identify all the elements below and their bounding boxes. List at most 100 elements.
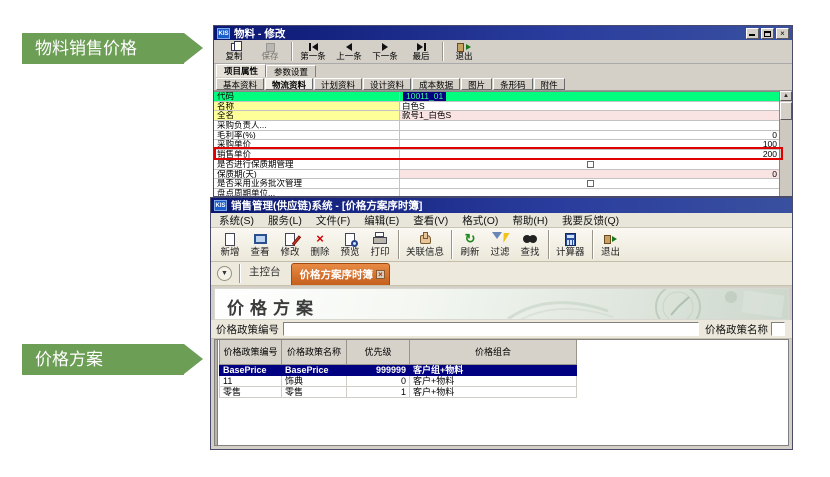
- shelf-life-managed-label: 是否进行保质期管理: [214, 160, 400, 169]
- calculator-icon: [562, 231, 578, 247]
- refresh-button[interactable]: ↻ 刷新: [455, 230, 485, 260]
- related-info-button[interactable]: 关联信息: [402, 230, 448, 260]
- gross-margin-label: 毛利率(%): [214, 131, 400, 140]
- menu-format[interactable]: 格式(O): [462, 213, 498, 228]
- shelf-life-days-label: 保质期(天): [214, 170, 400, 179]
- save-button[interactable]: 保存: [252, 41, 288, 63]
- form-scrollbar[interactable]: ▲: [779, 91, 792, 197]
- menu-edit[interactable]: 编辑(E): [364, 213, 399, 228]
- form-row-gross-margin: 毛利率(%) 0: [214, 131, 781, 141]
- policy-name-label: 价格政策名称: [705, 322, 768, 337]
- view-button[interactable]: 查看: [245, 230, 275, 260]
- menu-help[interactable]: 帮助(H): [512, 213, 548, 228]
- table-row-retail[interactable]: 零售 零售 1 客户+物料: [220, 386, 577, 397]
- shelf-life-days-value[interactable]: 0: [400, 170, 781, 179]
- toolbar-separator: [398, 230, 399, 259]
- tab-dropdown-button[interactable]: ▼: [217, 266, 232, 281]
- tab-cost-data[interactable]: 成本数据: [412, 78, 460, 90]
- tab-picture[interactable]: 图片: [461, 78, 492, 90]
- tab-planning-info[interactable]: 计划资料: [314, 78, 362, 90]
- scroll-up-icon[interactable]: ▲: [780, 91, 792, 101]
- menu-service[interactable]: 服务(L): [268, 213, 302, 228]
- purchase-manager-label: 采购负责人...: [214, 121, 400, 130]
- purchase-manager-value[interactable]: [400, 121, 781, 130]
- banner-title: 价格方案: [227, 294, 319, 319]
- material-titlebar: KIS 物料 - 修改 ×: [214, 26, 792, 40]
- toolbar-separator: [451, 230, 452, 259]
- delete-button[interactable]: × 删除: [305, 230, 335, 260]
- purchase-price-value[interactable]: 100: [400, 140, 781, 149]
- exit-button[interactable]: 退出: [596, 230, 626, 260]
- col-header-policy-no[interactable]: 价格政策编号: [220, 340, 282, 364]
- fullname-value[interactable]: 款号1_白色S: [400, 111, 781, 120]
- exit-icon: [603, 231, 619, 247]
- print-button[interactable]: 打印: [365, 230, 395, 260]
- find-button[interactable]: 查找: [515, 230, 545, 260]
- menu-file[interactable]: 文件(F): [316, 213, 350, 228]
- gross-margin-value[interactable]: 0: [400, 131, 781, 140]
- filter-button[interactable]: 过滤: [485, 230, 515, 260]
- code-value-cell[interactable]: 10011_01: [400, 92, 781, 101]
- menu-view[interactable]: 查看(V): [413, 213, 448, 228]
- kis-logo-icon: KIS: [217, 28, 230, 39]
- code-value[interactable]: 10011_01: [403, 92, 446, 101]
- minimize-button[interactable]: [746, 28, 759, 39]
- sales-price-value[interactable]: 200: [400, 150, 781, 159]
- next-record-button[interactable]: 下一条: [367, 41, 403, 63]
- calculator-button[interactable]: 计算器: [552, 230, 589, 260]
- tab-label: 价格方案序时簿: [300, 267, 374, 282]
- policy-name-input[interactable]: [771, 322, 785, 336]
- tab-main-console[interactable]: 主控台: [243, 264, 291, 285]
- refresh-icon: ↻: [462, 231, 478, 247]
- table-row-baseprice[interactable]: BasePrice BasePrice 999999 客户组+物料: [220, 364, 577, 375]
- previous-record-button[interactable]: 上一条: [331, 41, 367, 63]
- count-cycle-unit-value[interactable]: [400, 189, 781, 197]
- new-button[interactable]: 新增: [215, 230, 245, 260]
- preview-button[interactable]: 预览: [335, 230, 365, 260]
- col-header-priority[interactable]: 优先级: [347, 340, 410, 364]
- col-header-policy-name[interactable]: 价格政策名称: [282, 340, 347, 364]
- name-label: 名称: [214, 102, 400, 111]
- tab-barcode[interactable]: 条形码: [493, 78, 533, 90]
- last-record-button[interactable]: 最后: [403, 41, 439, 63]
- callout-label: 价格方案: [35, 344, 103, 375]
- table-row-11[interactable]: 11 饰典 0 客户+物料: [220, 375, 577, 386]
- scrollbar-thumb[interactable]: [780, 102, 792, 120]
- callout-arrow-tip: [184, 344, 203, 374]
- menu-system[interactable]: 系统(S): [219, 213, 254, 228]
- policy-no-input[interactable]: [283, 322, 699, 336]
- tab-parameter-settings[interactable]: 参数设置: [266, 65, 316, 77]
- menu-feedback[interactable]: 我要反馈(Q): [562, 213, 619, 228]
- tab-close-icon[interactable]: ×: [376, 270, 385, 279]
- chevron-down-icon: ▼: [221, 270, 228, 277]
- tab-attachment[interactable]: 附件: [534, 78, 565, 90]
- tab-basic-info[interactable]: 基本资料: [216, 78, 264, 90]
- cell-policy-name: BasePrice: [282, 364, 347, 375]
- first-record-button[interactable]: 第一条: [295, 41, 331, 63]
- tabstrip-separator: [239, 264, 240, 283]
- toolbar-separator: [442, 42, 443, 61]
- batch-managed-checkbox[interactable]: [587, 180, 594, 187]
- shelf-life-managed-checkbox[interactable]: [587, 161, 594, 168]
- modify-button[interactable]: 修改: [275, 230, 305, 260]
- maximize-button[interactable]: [761, 28, 774, 39]
- name-value[interactable]: 白色S: [400, 102, 781, 111]
- tab-design-info[interactable]: 设计资料: [363, 78, 411, 90]
- maximize-icon: [764, 31, 771, 37]
- form-row-name: 名称 白色S: [214, 102, 781, 112]
- exit-button[interactable]: 退出: [446, 41, 482, 63]
- row-indicator-gutter: [215, 340, 218, 445]
- tab-price-plan-journal[interactable]: 价格方案序时簿 ×: [291, 263, 391, 285]
- toolbar-separator: [291, 42, 292, 61]
- document-tab-strip: ▼ 主控台 价格方案序时簿 ×: [211, 262, 792, 286]
- material-toolbar: 复制 保存 第一条 上一条 下一条 最后: [214, 40, 792, 64]
- menu-bar: 系统(S) 服务(L) 文件(F) 编辑(E) 查看(V) 格式(O) 帮助(H…: [211, 213, 792, 228]
- purchase-price-label: 采购单价: [214, 140, 400, 149]
- tab-item-properties[interactable]: 项目属性: [216, 64, 266, 77]
- col-header-price-combo[interactable]: 价格组合: [410, 340, 577, 364]
- close-button[interactable]: ×: [776, 28, 789, 39]
- preview-icon: [342, 231, 358, 247]
- copy-button[interactable]: 复制: [216, 41, 252, 63]
- tab-logistics-info[interactable]: 物流资料: [265, 78, 313, 90]
- code-label: 代码: [214, 92, 400, 101]
